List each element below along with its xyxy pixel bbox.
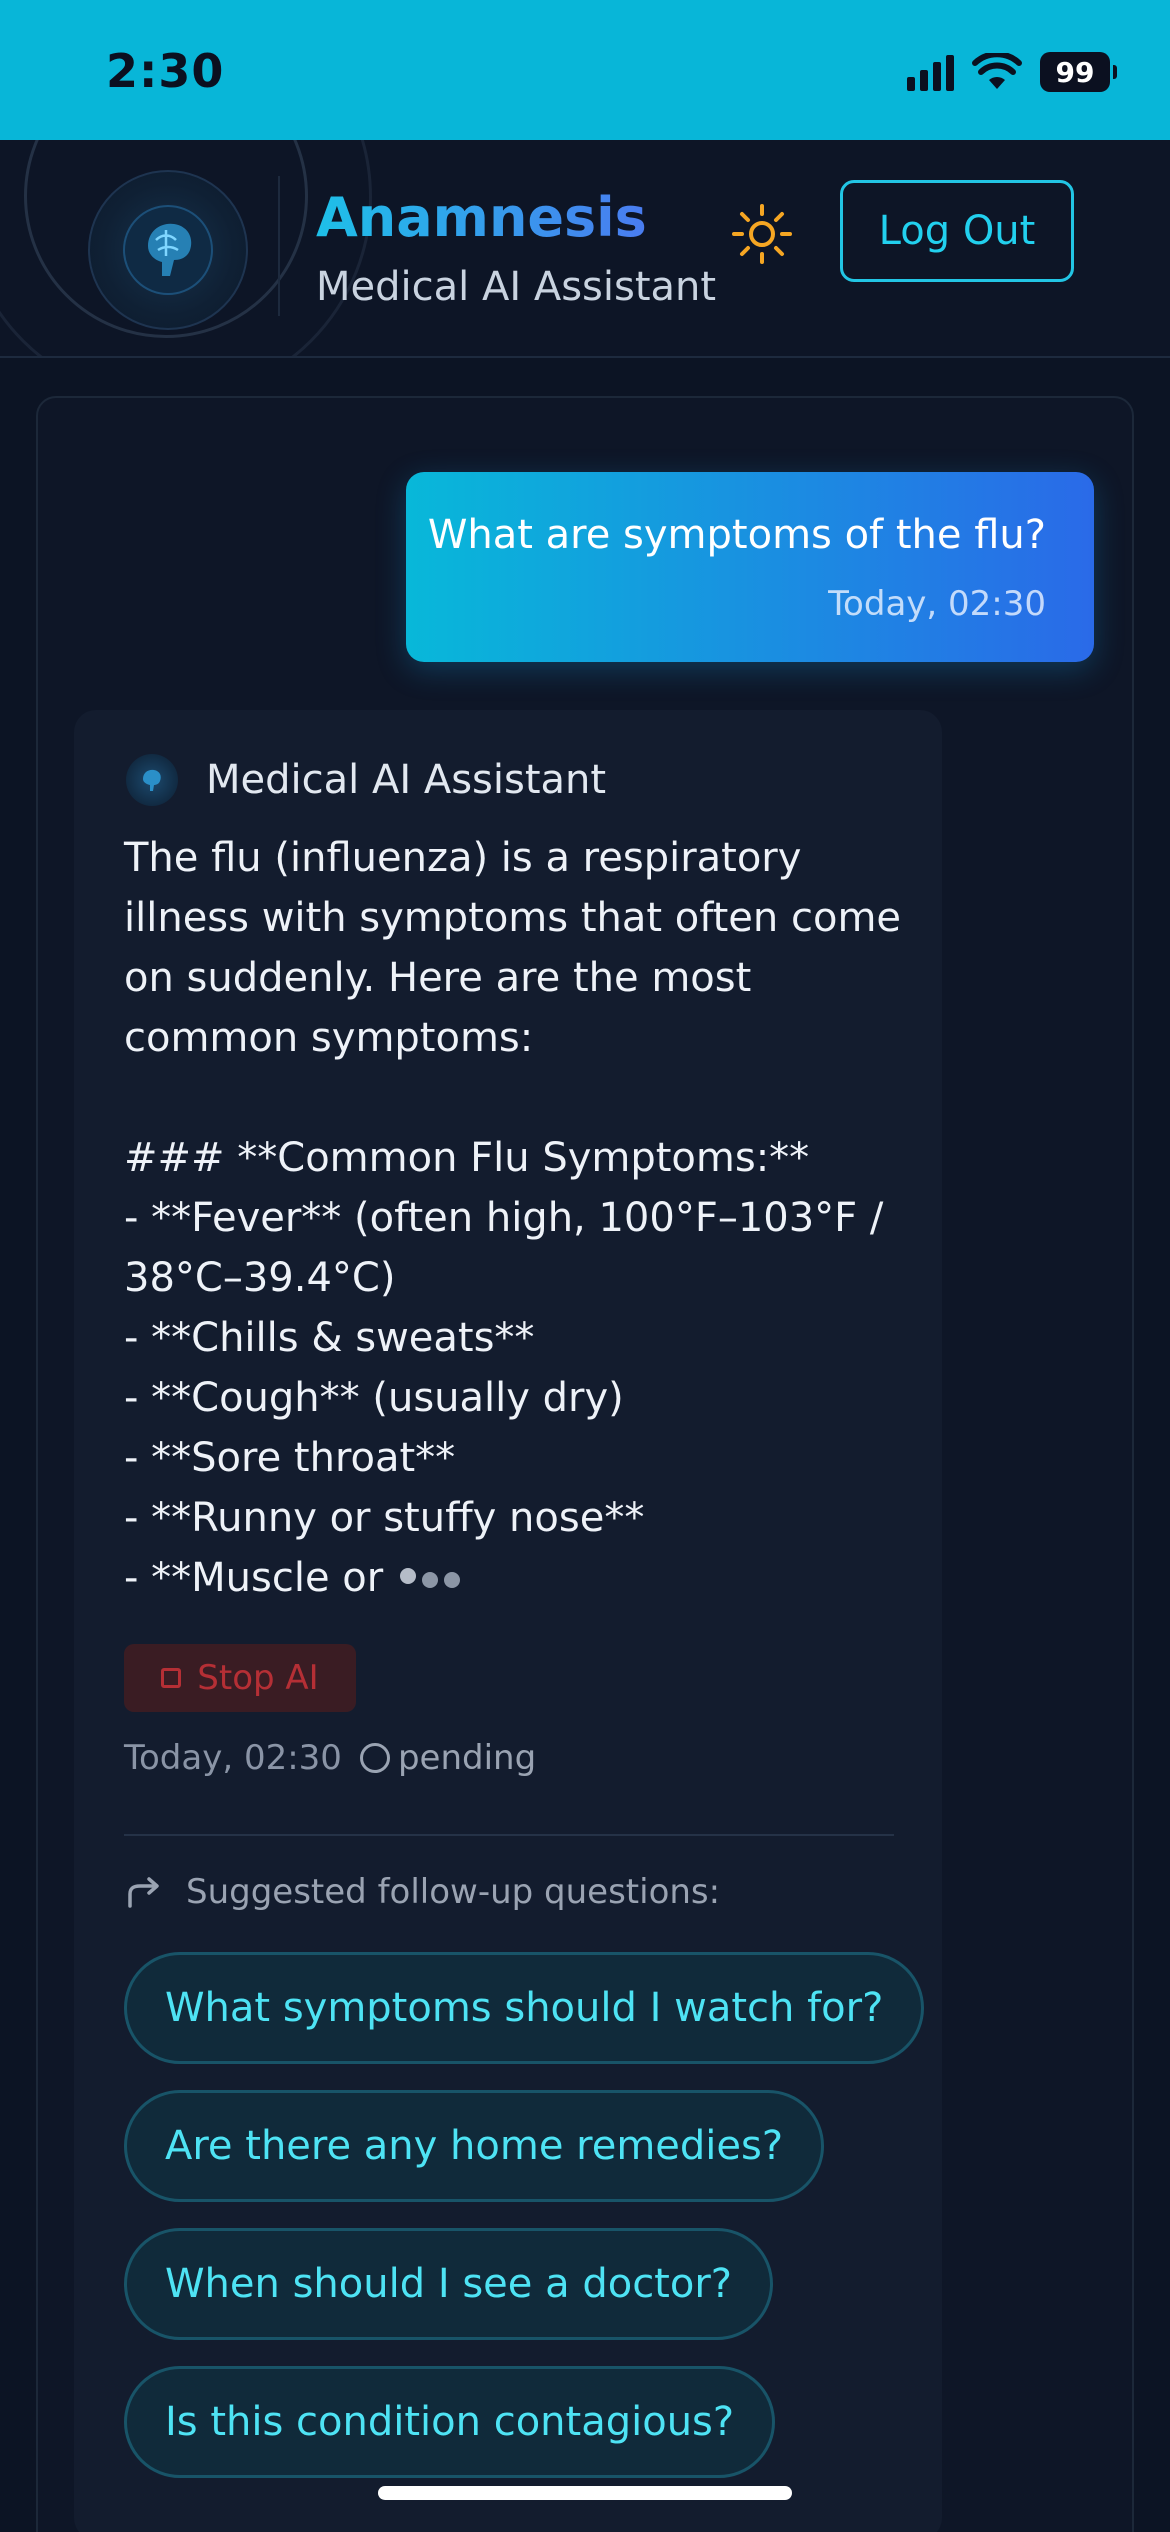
assistant-message-time: Today, 02:30 [124,1738,342,1778]
brain-logo-icon [123,205,213,295]
suggestions-heading-text: Suggested follow-up questions: [186,1872,721,1912]
assistant-message-card: Medical AI Assistant The flu (influenza)… [74,710,942,2532]
brain-small-icon [143,769,161,791]
home-indicator[interactable] [378,2486,792,2500]
assistant-name: Medical AI Assistant [206,757,607,803]
app-title: Anamnesis [316,186,647,249]
user-message-time: Today, 02:30 [828,584,1046,624]
status-time: 2:30 [106,44,225,98]
app-subtitle: Medical AI Assistant [316,264,717,310]
app-header: Anamnesis Medical AI Assistant Log Out [0,140,1170,358]
stop-icon [161,1668,182,1688]
pending-circle-icon [359,1743,390,1773]
stop-ai-label: Stop AI [197,1658,319,1698]
status-bar: 2:30 99 [0,0,1170,140]
reply-arrow-icon [128,1877,159,1908]
stop-ai-button[interactable]: Stop AI [124,1644,356,1712]
suggestion-chip[interactable]: When should I see a doctor? [124,2228,774,2340]
section-divider [124,1834,894,1836]
logout-button[interactable]: Log Out [840,180,1074,282]
assistant-message-meta: Today, 02:30 pending [124,1738,536,1778]
status-badge: pending [359,1738,537,1778]
assistant-avatar-icon [126,754,178,806]
cellular-signal-icon [907,53,954,91]
battery-icon: 99 [1040,52,1117,92]
assistant-header: Medical AI Assistant [126,754,606,806]
assistant-message-text: The flu (influenza) is a respiratory ill… [124,835,902,1601]
user-message-bubble: What are symptoms of the flu? Today, 02:… [406,472,1094,662]
user-message-text: What are symptoms of the flu? [427,512,1046,558]
typing-indicator [399,1568,460,1588]
assistant-message-body: The flu (influenza) is a respiratory ill… [124,828,904,1608]
theme-toggle-button[interactable] [728,200,796,268]
header-divider [278,176,280,316]
app-logo [88,170,248,330]
wifi-icon [972,53,1022,89]
suggestion-chip[interactable]: Are there any home remedies? [124,2090,825,2202]
status-icons: 99 [907,52,1117,92]
suggestions-heading: Suggested follow-up questions: [124,1872,720,1912]
suggestion-chip[interactable]: Is this condition contagious? [124,2366,776,2478]
status-text: pending [397,1738,537,1778]
suggestion-chip[interactable]: What symptoms should I watch for? [124,1952,925,2064]
sun-icon [732,204,792,264]
